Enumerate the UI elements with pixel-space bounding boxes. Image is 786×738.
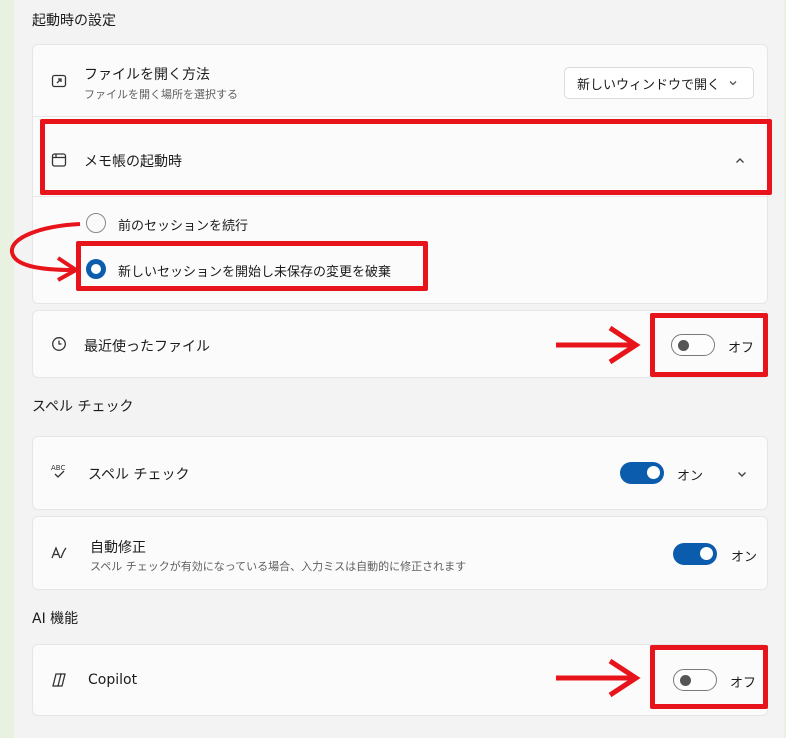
copilot-toggle[interactable] [673, 669, 717, 691]
clock-icon [50, 335, 68, 353]
toggle-knob [700, 547, 713, 560]
chevron-down-icon[interactable] [735, 466, 749, 480]
autocorrect-toggle-state: オン [731, 550, 758, 565]
chevron-down-icon [727, 77, 739, 93]
open-files-description: ファイルを開く場所を選択する [84, 88, 238, 101]
open-files-dropdown[interactable]: 新しいウィンドウで開く [564, 67, 754, 99]
toggle-knob [647, 466, 660, 479]
open-files-label: ファイルを開く方法 [84, 67, 210, 83]
toggle-knob [678, 340, 689, 351]
copilot-toggle-state: オフ [730, 676, 757, 691]
radio-new-session[interactable] [86, 259, 106, 279]
recent-files-label: 最近使ったファイル [84, 339, 210, 355]
autocorrect-icon [50, 544, 68, 562]
notepad-startup-label: メモ帳の起動時 [84, 154, 182, 170]
spellcheck-toggle-state: オン [677, 469, 704, 484]
startup-section-title: 起動時の設定 [32, 13, 116, 29]
recent-files-toggle-state: オフ [728, 341, 755, 356]
radio-new-session-label: 新しいセッションを開始し未保存の変更を破棄 [118, 265, 392, 280]
radio-continue-session-label: 前のセッションを続行 [118, 219, 249, 234]
spellcheck-section-title: スペル チェック [32, 399, 134, 415]
copilot-label: Copilot [88, 672, 138, 688]
autocorrect-description: スペル チェックが有効になっている場合、入力ミスは自動的に修正されます [90, 560, 467, 573]
notepad-window-icon [50, 151, 68, 169]
divider [33, 116, 767, 117]
open-window-icon [50, 72, 68, 90]
spellcheck-icon: ABC [50, 462, 72, 480]
spellcheck-label: スペル チェック [88, 467, 190, 483]
spellcheck-toggle[interactable] [620, 462, 664, 484]
recent-files-toggle[interactable] [671, 334, 715, 356]
toggle-knob [680, 675, 691, 686]
copilot-icon [50, 671, 68, 689]
divider [33, 196, 767, 197]
autocorrect-toggle[interactable] [673, 543, 717, 565]
ai-section-title: AI 機能 [32, 611, 79, 627]
autocorrect-label: 自動修正 [90, 540, 146, 556]
radio-continue-session[interactable] [86, 213, 106, 233]
copilot-card [32, 644, 768, 716]
open-files-dropdown-value: 新しいウィンドウで開く [577, 77, 721, 93]
chevron-up-icon[interactable] [733, 153, 747, 167]
